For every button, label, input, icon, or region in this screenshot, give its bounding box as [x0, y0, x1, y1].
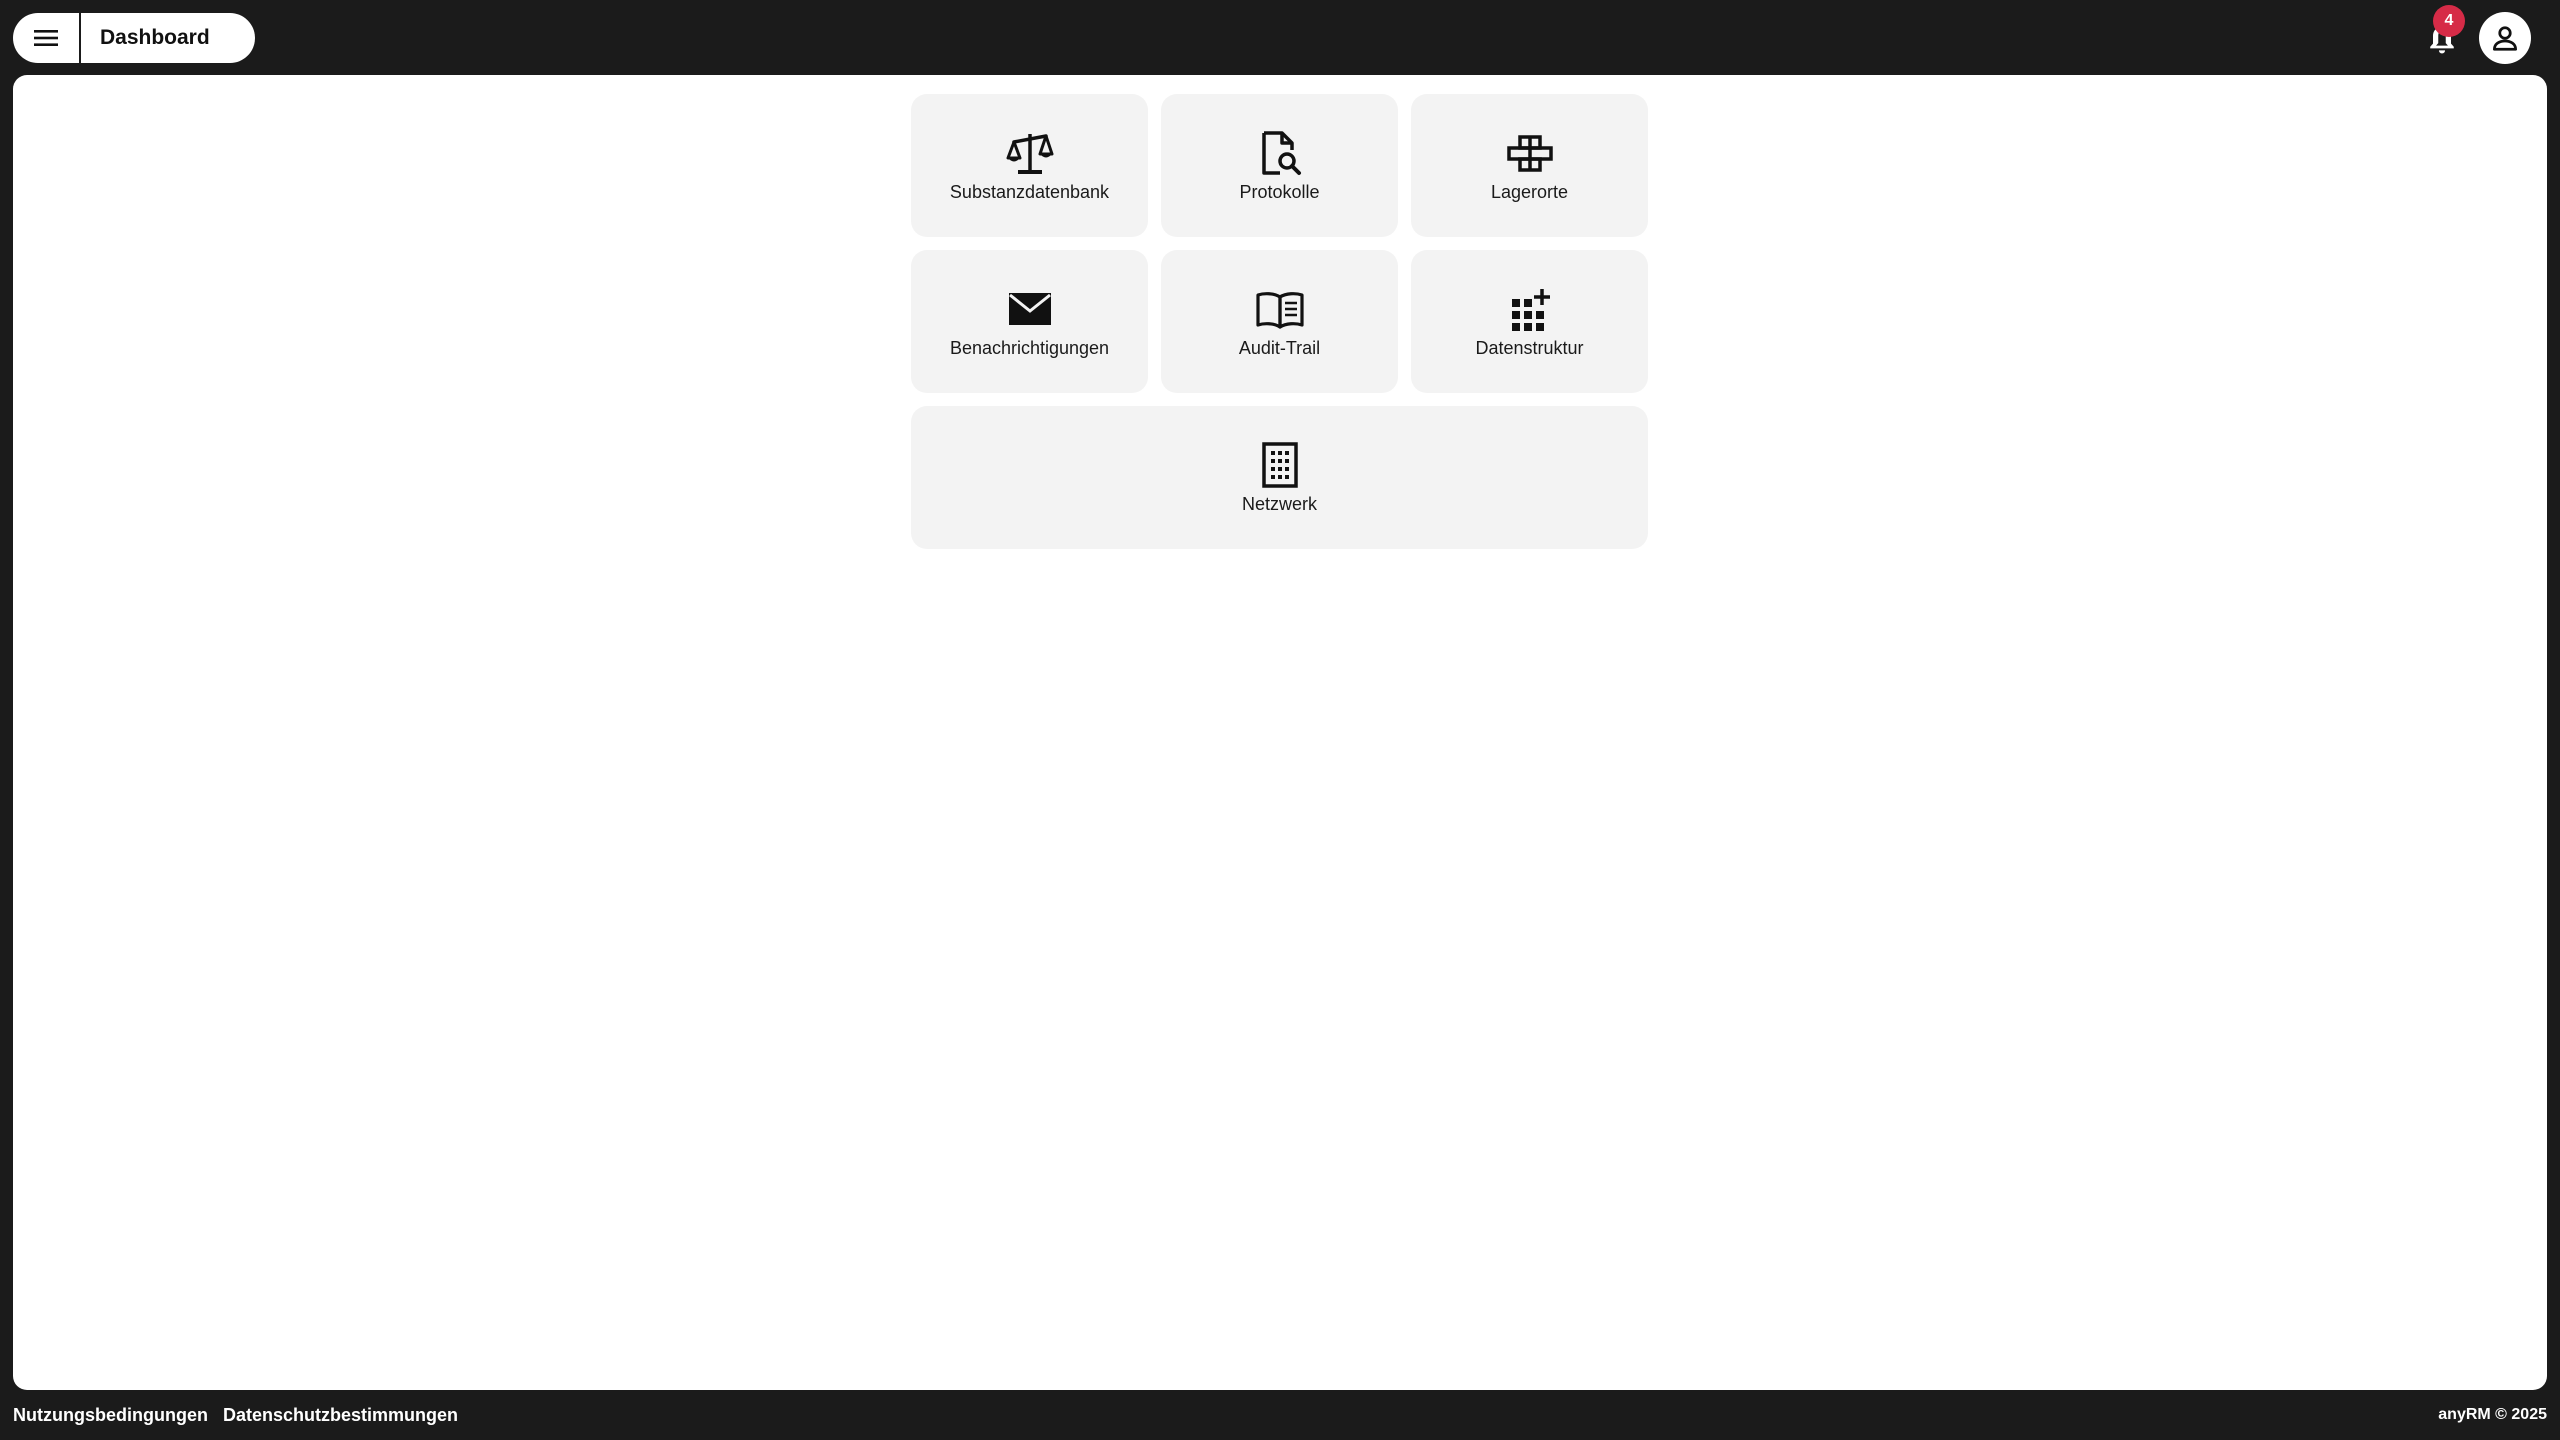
tile-audit-trail[interactable]: Audit-Trail [1161, 250, 1398, 393]
menu-button[interactable] [13, 13, 81, 63]
copyright-text: anyRM © 2025 [2438, 1406, 2547, 1423]
user-icon [2493, 26, 2517, 51]
tile-label: Netzwerk [1241, 494, 1317, 514]
tile-lagerorte[interactable]: Lagerorte [1411, 94, 1648, 237]
tile-label: Audit-Trail [1238, 338, 1321, 358]
storage-blocks-icon [1505, 128, 1555, 178]
tile-netzwerk[interactable]: Netzwerk [911, 406, 1648, 549]
grid-add-icon [1505, 284, 1555, 334]
user-avatar-button[interactable] [2479, 12, 2531, 64]
notification-count-badge: 4 [2433, 5, 2465, 37]
document-search-icon [1255, 128, 1305, 178]
privacy-link[interactable]: Datenschutzbestimmungen [223, 1405, 458, 1426]
tile-datenstruktur[interactable]: Datenstruktur [1411, 250, 1648, 393]
tile-benachrichtigungen[interactable]: Benachrichtigungen [911, 250, 1148, 393]
top-bar: Dashboard 4 [0, 0, 2560, 75]
hamburger-menu-icon [34, 30, 58, 46]
envelope-icon [1005, 284, 1055, 334]
tile-label: Lagerorte [1490, 182, 1569, 202]
building-icon [1255, 440, 1305, 490]
tile-label: Benachrichtigungen [949, 338, 1110, 358]
tile-protokolle[interactable]: Protokolle [1161, 94, 1398, 237]
open-book-icon [1255, 284, 1305, 334]
nav-pill: Dashboard [13, 13, 255, 63]
tile-label: Datenstruktur [1475, 338, 1584, 358]
footer: Nutzungsbedingungen Datenschutzbestimmun… [0, 1390, 2560, 1440]
page-title: Dashboard [100, 26, 210, 49]
terms-link[interactable]: Nutzungsbedingungen [13, 1405, 208, 1426]
balance-scale-icon [1005, 128, 1055, 178]
tile-label: Substanzdatenbank [949, 182, 1110, 202]
main-content: Substanzdatenbank Protokolle Lagerorte B… [13, 75, 2547, 1390]
tile-substanzdatenbank[interactable]: Substanzdatenbank [911, 94, 1148, 237]
tile-label: Protokolle [1239, 182, 1320, 202]
